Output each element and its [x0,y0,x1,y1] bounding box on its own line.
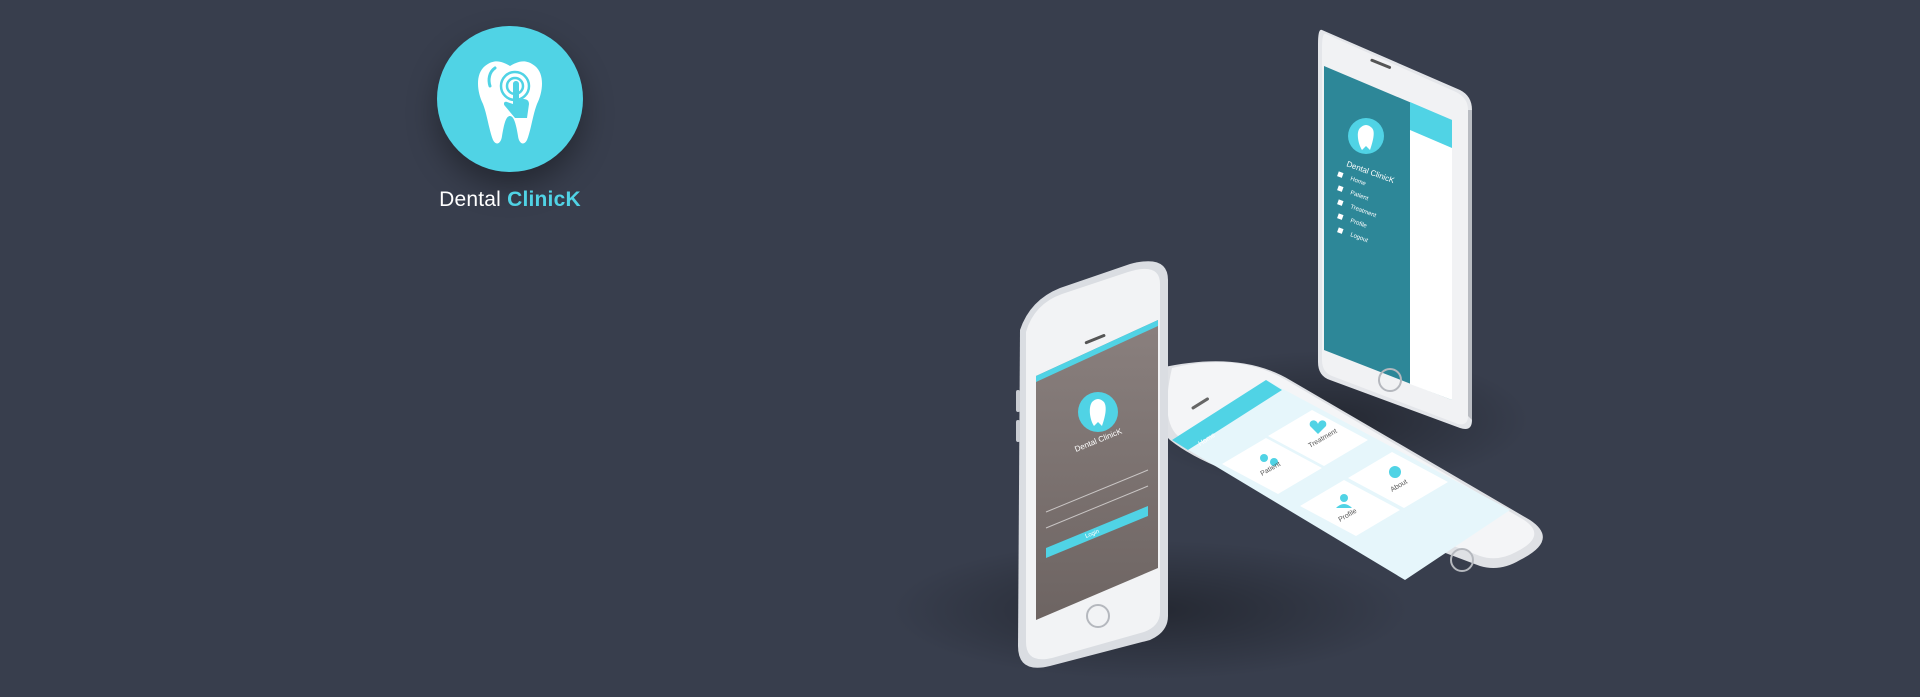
info-icon [1389,466,1401,478]
content-area [1410,102,1452,400]
phone-mockup-scene: Dental ClinicK Home Patient Treatment Pr… [890,29,1543,680]
phone-drawer: Dental ClinicK Home Patient Treatment Pr… [1318,29,1472,430]
patient-icon [1260,454,1268,462]
phone-login: Dental ClinicK Login [1016,261,1168,668]
user-icon [1340,494,1348,502]
